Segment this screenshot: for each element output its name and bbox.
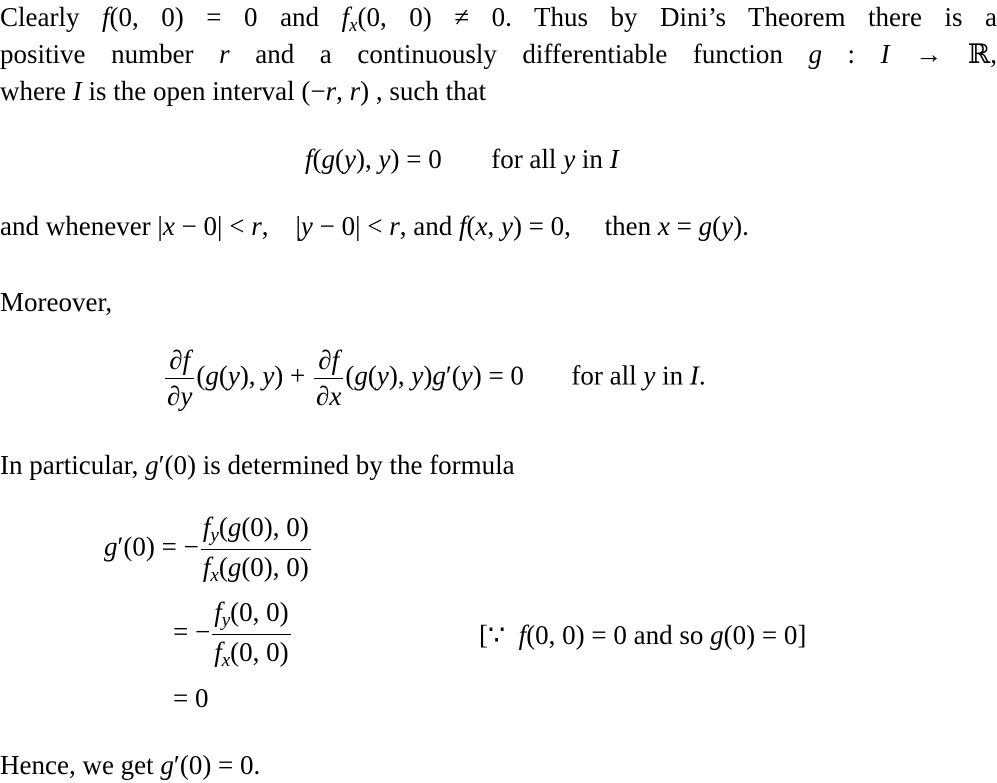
partial-f-partial-x: ∂f ∂x	[314, 345, 344, 411]
equation-2-condition: for all y in I.	[571, 360, 706, 391]
equation-2: ∂f ∂y (g(y), y) + ∂f ∂x (g(y), y)g′(y) =…	[163, 345, 706, 412]
equation-1-condition: for all y in I	[491, 144, 619, 174]
conclusion: Hence, we get g′(0) = 0.	[0, 750, 261, 780]
derivation-step-2: = − fy(0, 0) fx(0, 0)	[173, 597, 291, 671]
equation-1-lhs: f(g(y), y) = 0	[305, 144, 442, 174]
derivation-lhs: g′(0)	[104, 531, 155, 562]
paragraph-2: and whenever |x − 0| < r, |y − 0| < r, a…	[0, 211, 749, 241]
paragraph-3: Moreover,	[0, 287, 113, 317]
partial-f-partial-y: ∂f ∂y	[165, 345, 195, 411]
derivation-step-1: g′(0) = − fy(g(0), 0) fx(g(0), 0)	[104, 512, 311, 586]
paragraph-1-line-1: Clearly f(0, 0) = 0 and fx(0, 0) ≠ 0. Th…	[0, 2, 997, 36]
derivation-fraction-1: fy(g(0), 0) fx(g(0), 0)	[200, 512, 311, 586]
paragraph-1-line-2: positive number r and a continuously dif…	[0, 39, 997, 69]
derivation-step-3: = 0	[173, 683, 209, 713]
paragraph-1-line-3: where I is the open interval (−r, r) , s…	[0, 76, 487, 106]
derivation-reason: [∵ f(0, 0) = 0 and so g(0) = 0]	[479, 620, 807, 650]
equation-2-middle: (g(y), y) +	[196, 360, 306, 391]
paragraph-4: In particular, g′(0) is determined by th…	[0, 450, 515, 480]
derivation-fraction-2: fy(0, 0) fx(0, 0)	[212, 597, 291, 671]
equation-2-tail: (g(y), y)g′(y) = 0	[345, 360, 524, 391]
equation-1: f(g(y), y) = 0 for all y in I	[305, 144, 619, 175]
